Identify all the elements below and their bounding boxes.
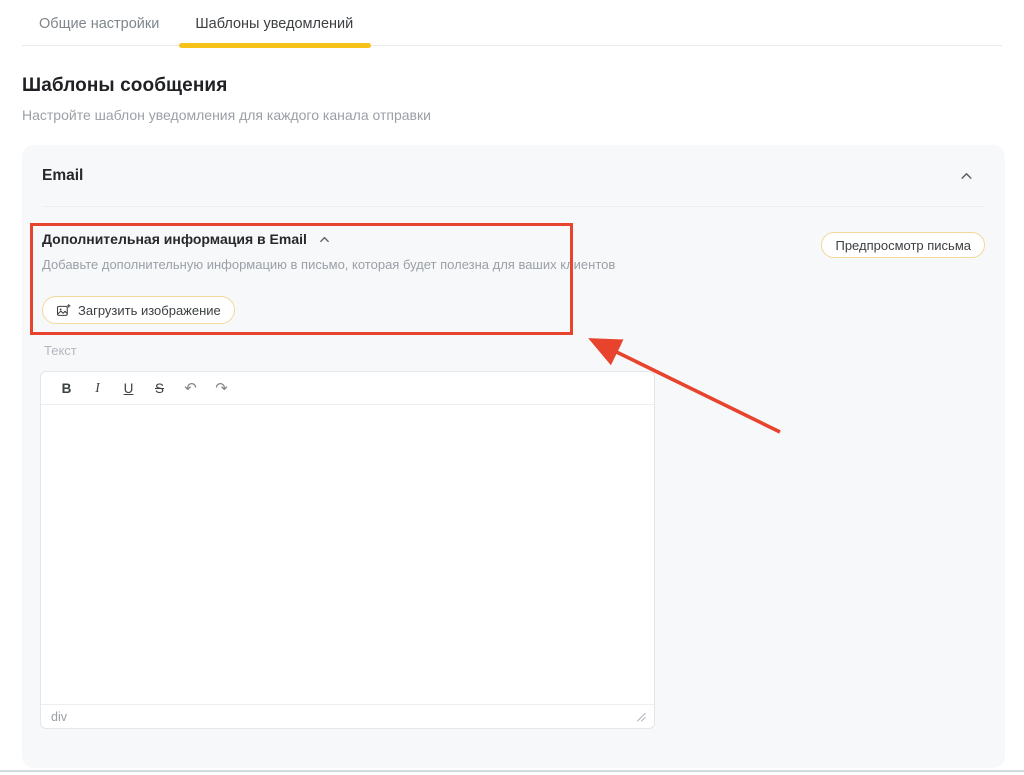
resize-handle-icon[interactable] [636,712,646,722]
upload-image-button[interactable]: Загрузить изображение [42,296,235,324]
undo-icon[interactable]: ↶ [175,375,206,401]
tab-notification-templates[interactable]: Шаблоны уведомлений [178,6,372,45]
page: Общие настройки Шаблоны уведомлений Шабл… [0,0,1024,123]
underline-button[interactable]: U [113,375,144,401]
preview-email-button[interactable]: Предпросмотр письма [821,232,985,258]
rich-text-editor: B I U S ↶ ↷ div [40,371,655,729]
bottom-divider [0,770,1024,772]
tab-bar: Общие настройки Шаблоны уведомлений [22,0,1002,46]
upload-image-label: Загрузить изображение [78,303,221,318]
editor-status-bar: div [41,704,654,728]
email-card-header[interactable]: Email [22,145,1005,207]
bold-button[interactable]: B [51,375,82,401]
email-extra-info-description: Добавьте дополнительную информацию в пис… [42,257,615,272]
tab-label: Общие настройки [39,16,159,32]
chevron-up-icon[interactable] [319,234,330,245]
redo-icon[interactable]: ↷ [206,375,237,401]
editor-label: Текст [44,343,77,358]
chevron-up-icon[interactable] [960,170,973,183]
tab-general-settings[interactable]: Общие настройки [22,6,178,45]
editor-element-path: div [51,710,67,724]
email-extra-info-title: Дополнительная информация в Email [42,231,307,247]
editor-content-area[interactable] [41,405,654,704]
strikethrough-button[interactable]: S [144,375,175,401]
page-head: Шаблоны сообщения Настройте шаблон уведо… [22,75,1002,123]
preview-email-label: Предпросмотр письма [835,238,971,253]
page-subtitle: Настройте шаблон уведомления для каждого… [22,107,1002,123]
email-template-card: Email Дополнительная информация в Email … [22,145,1005,768]
italic-button[interactable]: I [82,375,113,401]
image-icon [56,303,71,318]
tab-label: Шаблоны уведомлений [195,16,353,32]
email-extra-info-toggle[interactable]: Дополнительная информация в Email [42,231,330,247]
email-card-title: Email [42,167,83,185]
editor-toolbar: B I U S ↶ ↷ [41,372,654,405]
page-title: Шаблоны сообщения [22,75,1002,97]
